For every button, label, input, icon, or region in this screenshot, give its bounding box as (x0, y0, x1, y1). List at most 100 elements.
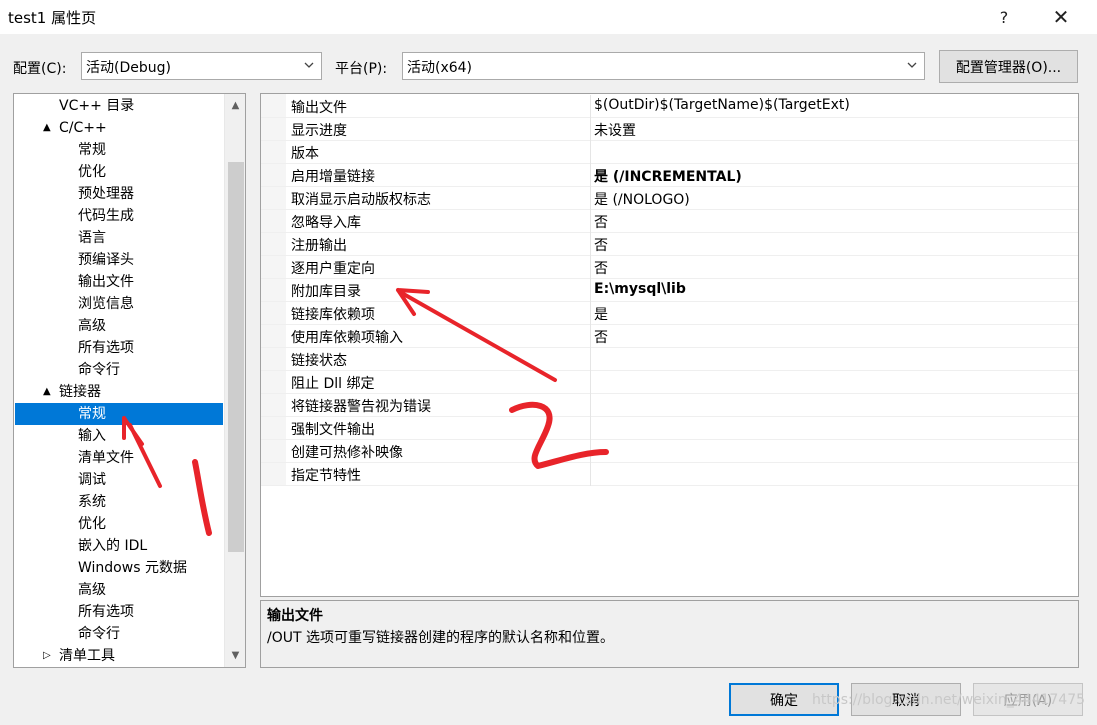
chevron-down-icon (907, 62, 917, 68)
property-value[interactable]: 否 (594, 258, 608, 278)
tree-item[interactable]: 预编译头 (15, 249, 223, 271)
tree-item-label: 输出文件 (78, 274, 134, 290)
scroll-down-icon[interactable]: ▼ (225, 646, 245, 664)
tree-item[interactable]: 高级 (15, 315, 223, 337)
tree-item[interactable]: 所有选项 (15, 337, 223, 359)
scroll-up-icon[interactable]: ▲ (225, 96, 245, 114)
property-value[interactable]: 是 (/INCREMENTAL) (594, 166, 742, 186)
description-title: 输出文件 (267, 608, 323, 624)
property-row[interactable]: 强制文件输出 (261, 417, 1078, 440)
tree-item[interactable]: 系统 (15, 491, 223, 513)
column-divider (590, 118, 591, 141)
property-name: 忽略导入库 (291, 215, 361, 231)
property-value[interactable]: 是 (594, 304, 608, 324)
tree-item[interactable]: 嵌入的 IDL (15, 535, 223, 557)
property-value[interactable]: 否 (594, 327, 608, 347)
tree-item[interactable]: 代码生成 (15, 205, 223, 227)
collapse-arrow-icon[interactable]: ▲ (43, 117, 51, 139)
property-value[interactable]: 未设置 (594, 120, 636, 140)
config-manager-button[interactable]: 配置管理器(O)... (939, 50, 1078, 83)
property-value[interactable]: 否 (594, 235, 608, 255)
property-row[interactable]: 链接库依赖项 是 (261, 302, 1078, 325)
tree-item[interactable]: 调试 (15, 469, 223, 491)
expand-arrow-icon[interactable]: ▷ (43, 645, 51, 667)
tree-item-label: 命令行 (78, 626, 120, 642)
tree-item[interactable]: 输出文件 (15, 271, 223, 293)
platform-value: 活动(x64) (407, 60, 473, 76)
property-row[interactable]: 启用增量链接 是 (/INCREMENTAL) (261, 164, 1078, 187)
platform-select[interactable]: 活动(x64) (402, 52, 925, 80)
tree-item[interactable]: ▲ 链接器 (15, 381, 223, 403)
tree-item-label: 嵌入的 IDL (78, 538, 148, 554)
property-name: 附加库目录 (291, 284, 361, 300)
help-button[interactable]: ? (984, 4, 1024, 30)
config-select[interactable]: 活动(Debug) (81, 52, 322, 80)
tree-item-label: 命令行 (78, 362, 120, 378)
tree-item-label: 预处理器 (78, 186, 134, 202)
tree-item-label: VC++ 目录 (59, 98, 135, 114)
property-name: 取消显示启动版权标志 (291, 192, 431, 208)
tree-item[interactable]: 优化 (15, 513, 223, 535)
tree-item[interactable]: 输入 (15, 425, 223, 447)
property-row[interactable]: 取消显示启动版权标志 是 (/NOLOGO) (261, 187, 1078, 210)
property-value[interactable]: E:\mysql\lib (594, 281, 686, 297)
property-row[interactable]: 使用库依赖项输入 否 (261, 325, 1078, 348)
property-name: 强制文件输出 (291, 422, 375, 438)
tree-item-label: 预编译头 (78, 252, 134, 268)
property-row[interactable]: 逐用户重定向 否 (261, 256, 1078, 279)
tree-item-label: 常规 (78, 142, 106, 158)
property-value[interactable]: $(OutDir)$(TargetName)$(TargetExt) (594, 97, 850, 113)
tree-item-label: 调试 (78, 472, 106, 488)
property-grid[interactable]: 输出文件 $(OutDir)$(TargetName)$(TargetExt) 显示… (260, 93, 1079, 597)
tree-item[interactable]: 所有选项 (15, 601, 223, 623)
tree-item[interactable]: 优化 (15, 161, 223, 183)
tree-item[interactable]: Windows 元数据 (15, 557, 223, 579)
close-button[interactable]: ✕ (1041, 4, 1081, 30)
column-divider (590, 95, 591, 118)
property-name: 将链接器警告视为错误 (291, 399, 431, 415)
property-name: 使用库依赖项输入 (291, 330, 403, 346)
scrollbar-thumb[interactable] (228, 162, 244, 552)
property-row[interactable]: 显示进度 未设置 (261, 118, 1078, 141)
tree-item[interactable]: 命令行 (15, 623, 223, 645)
description-pane: 输出文件 /OUT 选项可重写链接器创建的程序的默认名称和位置。 (260, 600, 1079, 668)
property-name: 启用增量链接 (291, 169, 375, 185)
tree-item-label: 清单文件 (78, 450, 134, 466)
tree-item[interactable]: 高级 (15, 579, 223, 601)
tree-item-label: 优化 (78, 164, 106, 180)
tree-item[interactable]: 语言 (15, 227, 223, 249)
tree-item[interactable]: 预处理器 (15, 183, 223, 205)
property-row[interactable]: 指定节特性 (261, 463, 1078, 486)
property-row[interactable]: 创建可热修补映像 (261, 440, 1078, 463)
tree-item[interactable]: ▲ C/C++ (15, 117, 223, 139)
description-text: /OUT 选项可重写链接器创建的程序的默认名称和位置。 (267, 630, 614, 646)
tree-item[interactable]: 浏览信息 (15, 293, 223, 315)
property-row[interactable]: 忽略导入库 否 (261, 210, 1078, 233)
tree-item[interactable]: 命令行 (15, 359, 223, 381)
property-tree[interactable]: VC++ 目录 ▲ C/C++ 常规 优化 预处理器 代码生成 语言 预编译头 输出文件 浏览信息高… (13, 93, 246, 668)
property-name: 创建可热修补映像 (291, 445, 403, 461)
tree-item[interactable]: VC++ 目录 (15, 95, 223, 117)
property-row[interactable]: 将链接器警告视为错误 (261, 394, 1078, 417)
tree-item[interactable]: ▷ 清单工具 (15, 645, 223, 667)
tree-item[interactable]: 清单文件 (15, 447, 223, 469)
tree-scrollbar[interactable]: ▲ ▼ (224, 94, 245, 667)
title-bar: test1 属性页 ? ✕ (0, 0, 1097, 34)
tree-item-label: 清单工具 (59, 648, 115, 664)
tree-item[interactable]: 常规 (15, 403, 223, 425)
property-value[interactable]: 否 (594, 212, 608, 232)
tree-item-label: 常规 (78, 406, 106, 422)
property-value[interactable]: 是 (/NOLOGO) (594, 189, 690, 209)
tree-item[interactable]: 常规 (15, 139, 223, 161)
column-divider (590, 463, 591, 486)
column-divider (590, 233, 591, 256)
collapse-arrow-icon[interactable]: ▲ (43, 381, 51, 403)
tree-item-label: C/C++ (59, 120, 107, 136)
property-row[interactable]: 注册输出 否 (261, 233, 1078, 256)
property-row[interactable]: 输出文件 $(OutDir)$(TargetName)$(TargetExt) (261, 95, 1078, 118)
property-row[interactable]: 附加库目录 E:\mysql\lib (261, 279, 1078, 302)
property-row[interactable]: 阻止 Dll 绑定 (261, 371, 1078, 394)
column-divider (590, 325, 591, 348)
property-row[interactable]: 版本 (261, 141, 1078, 164)
property-row[interactable]: 链接状态 (261, 348, 1078, 371)
